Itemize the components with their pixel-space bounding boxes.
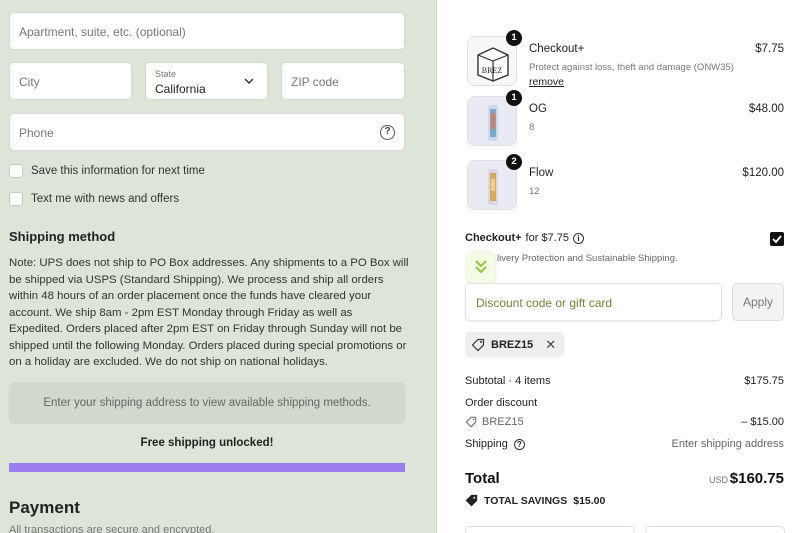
order-discount-label: Order discount bbox=[465, 397, 538, 409]
shipping-row: Shipping ? Enter shipping address bbox=[465, 438, 784, 450]
city-placeholder: City bbox=[19, 75, 40, 89]
subtotal-label: Subtotal · 4 items bbox=[465, 375, 551, 387]
order-summary-panel: BREZ 1 Checkout+ Protect against loss, t… bbox=[437, 0, 800, 533]
discount-detail-code: BREZ15 bbox=[482, 416, 524, 428]
checkout-plus-checkbox[interactable] bbox=[770, 232, 784, 246]
payment-subtitle: All transactions are secure and encrypte… bbox=[9, 524, 215, 533]
cart-item: BREZ 1 Checkout+ Protect against loss, t… bbox=[467, 30, 787, 88]
checkout-plus-brand: Checkout+ bbox=[465, 232, 522, 244]
item-name: OG bbox=[529, 103, 547, 115]
zip-field[interactable]: ZIP code bbox=[281, 62, 405, 100]
state-label: State bbox=[155, 69, 177, 79]
box-brand-text: BREZ bbox=[482, 66, 503, 75]
shipping-label: Shipping bbox=[465, 438, 508, 450]
tag-icon bbox=[465, 416, 477, 428]
discount-value: – $15.00 bbox=[741, 416, 784, 428]
chevron-down-icon bbox=[244, 78, 254, 85]
phone-field[interactable]: Phone ? bbox=[9, 113, 405, 151]
help-icon[interactable]: ? bbox=[380, 125, 395, 140]
total-value: $160.75 bbox=[729, 470, 784, 487]
free-shipping-progress bbox=[9, 463, 405, 472]
discount-detail: BREZ15 bbox=[465, 416, 524, 428]
item-thumbnail: 1 bbox=[467, 90, 522, 146]
bottom-action-right[interactable] bbox=[645, 526, 785, 533]
currency-code: USD bbox=[708, 475, 728, 485]
cart-item: 2 Flow 12 $120.00 bbox=[467, 154, 787, 212]
save-info-label: Save this information for next time bbox=[31, 165, 205, 177]
order-discount-row: Order discount bbox=[465, 397, 784, 409]
discount-code-label: BREZ15 bbox=[491, 338, 534, 351]
total-savings: TOTAL SAVINGS $15.00 bbox=[465, 494, 605, 507]
checkout-plus-widget[interactable] bbox=[467, 251, 495, 283]
payment-title: Payment bbox=[9, 498, 80, 517]
item-thumbnail: 2 bbox=[467, 154, 522, 210]
tag-icon bbox=[465, 494, 478, 507]
save-info-option[interactable]: Save this information for next time bbox=[9, 164, 205, 178]
apply-button[interactable]: Apply bbox=[732, 283, 784, 321]
cart-item: 1 OG 8 $48.00 bbox=[467, 90, 787, 148]
state-select[interactable]: State California bbox=[145, 62, 268, 100]
item-price: $120.00 bbox=[742, 167, 784, 179]
quantity-badge: 2 bbox=[506, 154, 522, 170]
news-checkbox[interactable] bbox=[9, 192, 23, 206]
subtotal-row: Subtotal · 4 items $175.75 bbox=[465, 375, 784, 387]
total-label: Total bbox=[465, 470, 500, 487]
shipping-value: Enter shipping address bbox=[671, 438, 784, 450]
free-shipping-message: Free shipping unlocked! bbox=[140, 437, 274, 449]
quantity-badge: 1 bbox=[506, 90, 522, 106]
subtotal-value: $175.75 bbox=[744, 375, 784, 387]
progress-fill bbox=[9, 463, 405, 472]
bottom-action-left[interactable] bbox=[465, 526, 635, 533]
shipping-note: Note: UPS does not ship to PO Box addres… bbox=[9, 257, 409, 368]
item-price: $7.75 bbox=[755, 43, 784, 55]
item-variant: 8 bbox=[529, 122, 535, 133]
checkout-plus-price: for $7.75 bbox=[525, 232, 569, 244]
item-name: Flow bbox=[529, 167, 554, 179]
info-icon[interactable]: i bbox=[572, 232, 584, 244]
item-variant: Protect against loss, theft and damage (… bbox=[529, 62, 734, 73]
state-value: California bbox=[155, 82, 206, 96]
item-variant: 12 bbox=[529, 186, 540, 197]
double-chevron-down-icon bbox=[475, 260, 487, 274]
checkmark-icon bbox=[772, 235, 782, 244]
remove-discount-icon[interactable]: ✕ bbox=[545, 337, 556, 353]
city-field[interactable]: City bbox=[9, 62, 132, 100]
quantity-badge: 1 bbox=[506, 30, 522, 46]
shipping-methods-placeholder: Enter your shipping address to view avai… bbox=[9, 382, 405, 424]
checkout-plus-row: Checkout+ for $7.75 i bbox=[465, 232, 584, 244]
apartment-field[interactable]: Apartment, suite, etc. (optional) bbox=[9, 12, 405, 50]
savings-label: TOTAL SAVINGS bbox=[484, 494, 568, 507]
remove-link[interactable]: remove bbox=[529, 76, 564, 88]
save-info-checkbox[interactable] bbox=[9, 164, 23, 178]
phone-placeholder: Phone bbox=[19, 126, 54, 140]
tag-icon bbox=[471, 338, 485, 351]
apartment-placeholder: Apartment, suite, etc. (optional) bbox=[19, 25, 186, 39]
item-name: Checkout+ bbox=[529, 43, 585, 55]
discount-placeholder: Discount code or gift card bbox=[476, 296, 613, 310]
discount-detail-row: BREZ15 – $15.00 bbox=[465, 416, 784, 431]
shipping-form-panel: Apartment, suite, etc. (optional) City S… bbox=[0, 0, 437, 533]
news-label: Text me with news and offers bbox=[31, 193, 180, 205]
checkout-plus-description: livery Protection and Sustainable Shippi… bbox=[497, 253, 678, 264]
zip-placeholder: ZIP code bbox=[291, 75, 339, 89]
discount-code-input[interactable]: Discount code or gift card bbox=[465, 283, 722, 321]
savings-value: $15.00 bbox=[573, 494, 606, 507]
applied-discount-chip: BREZ15 ✕ bbox=[465, 332, 565, 357]
total-row: Total USD $160.75 bbox=[465, 470, 784, 487]
help-icon[interactable]: ? bbox=[513, 438, 525, 450]
shipping-label-group: Shipping ? bbox=[465, 438, 525, 450]
item-thumbnail: BREZ 1 bbox=[467, 30, 522, 86]
item-price: $48.00 bbox=[748, 103, 784, 115]
shipping-method-title: Shipping method bbox=[9, 229, 116, 244]
news-option[interactable]: Text me with news and offers bbox=[9, 192, 179, 206]
